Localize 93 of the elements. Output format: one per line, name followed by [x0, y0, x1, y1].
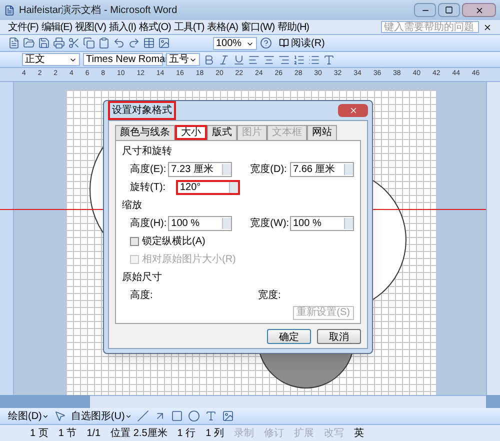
checkbox-label: 锁定纵横比(A) — [142, 234, 206, 249]
checkbox-label: 相对原始图片大小(R) — [142, 252, 236, 267]
style-dropdown[interactable]: 正文 — [22, 53, 80, 66]
close-icon[interactable] — [483, 22, 492, 32]
menu-item[interactable]: 工具(T) — [174, 20, 204, 34]
menu-item[interactable]: 窗口(W) — [241, 20, 275, 34]
status-item: 修订 — [264, 426, 284, 440]
zoom-dropdown[interactable]: 100% — [213, 36, 257, 50]
window-title: Haifeistar演示文档 - Microsoft Word — [19, 4, 178, 18]
spin-field[interactable]: 100 % — [290, 216, 354, 231]
dialog-button[interactable]: 确定 — [267, 329, 311, 344]
field-label: 宽度(D): — [250, 162, 288, 177]
printer-icon[interactable] — [53, 37, 65, 49]
status-item: 录制 — [234, 426, 254, 440]
copy-icon[interactable] — [83, 37, 95, 49]
checkbox[interactable] — [130, 237, 139, 246]
close-button[interactable] — [338, 104, 368, 117]
bold-icon[interactable] — [203, 54, 215, 66]
menu-item[interactable]: 帮助(H) — [278, 20, 309, 34]
field-label: 旋转(T): — [130, 180, 167, 195]
pointer-icon[interactable] — [54, 410, 66, 422]
field-label: 宽度: — [258, 288, 281, 303]
spin-field[interactable]: 100 % — [168, 216, 232, 231]
autoshapes-menu[interactable]: 自选图形(U) — [70, 408, 132, 424]
picture-icon[interactable] — [222, 410, 234, 422]
maximize-icon — [445, 6, 453, 14]
new-document-icon[interactable] — [8, 37, 20, 49]
align-center-icon[interactable] — [263, 54, 275, 66]
horizontal-scrollbar[interactable] — [90, 395, 486, 408]
status-item: 位置 2.5厘米 — [110, 426, 168, 440]
undo-icon[interactable] — [113, 37, 125, 49]
italic-icon[interactable] — [218, 54, 230, 66]
spin-field[interactable]: 120° — [176, 180, 240, 195]
menu-item[interactable]: 视图(V) — [75, 20, 106, 34]
field-label: 高度: — [130, 288, 154, 303]
status-item: 改写 — [324, 426, 344, 440]
menu-item[interactable]: 插入(I) — [108, 20, 136, 34]
status-item: 1/1 — [86, 426, 101, 440]
save-icon[interactable] — [38, 37, 50, 49]
caret-icon — [189, 56, 197, 64]
section-title: 缩放 — [122, 198, 143, 213]
picture-icon[interactable] — [158, 37, 170, 49]
rectangle-icon[interactable] — [170, 410, 183, 422]
status-item: 1 页 — [30, 426, 48, 440]
font-color-icon[interactable] — [323, 54, 335, 66]
draw-menu[interactable]: 绘图(D) — [8, 408, 49, 424]
status-item: 1 行 — [177, 426, 196, 440]
dialog-tab[interactable]: 大小 — [175, 125, 207, 140]
field-label: 高度(E): — [130, 162, 168, 177]
clipboard-icon[interactable] — [98, 37, 110, 49]
close-button[interactable] — [462, 3, 496, 17]
close-icon — [474, 6, 484, 14]
section-title: 原始尺寸 — [122, 270, 163, 285]
dialog-tab[interactable]: 版式 — [207, 125, 237, 140]
status-item: 1 节 — [58, 426, 77, 440]
section-title: 尺寸和旋转 — [122, 144, 173, 159]
scissors-icon[interactable] — [68, 37, 80, 49]
read-button[interactable]: 阅读(R) — [275, 36, 329, 50]
dialog-title: 设置对象格式 — [108, 101, 176, 120]
caret-icon — [42, 412, 49, 420]
table-icon[interactable] — [143, 37, 155, 49]
font-size-dropdown[interactable]: 五号 — [166, 53, 200, 66]
menu-item[interactable]: 表格(A) — [207, 20, 238, 34]
oval-icon[interactable] — [188, 410, 200, 422]
redo-icon[interactable] — [128, 37, 140, 49]
maximize-button[interactable] — [438, 3, 460, 17]
caret-icon — [69, 56, 77, 64]
menu-item[interactable]: 格式(O) — [138, 20, 171, 34]
dialog-tab[interactable]: 网站 — [307, 125, 337, 140]
status-item: 1 列 — [206, 426, 224, 440]
help-icon[interactable] — [260, 37, 272, 49]
underline-icon[interactable] — [233, 54, 245, 66]
document-icon — [4, 4, 15, 16]
spin-field[interactable]: 7.66 厘米 — [290, 162, 354, 177]
status-item: 英 — [354, 426, 364, 440]
line-icon[interactable] — [136, 410, 149, 422]
numbered-list-icon[interactable] — [293, 54, 305, 66]
dialog-button[interactable]: 取消 — [317, 329, 361, 344]
menu-item[interactable]: 文件(F) — [8, 20, 38, 34]
field-label: 高度(H): — [130, 216, 168, 231]
field-label: 宽度(W): — [250, 216, 290, 231]
menu-item[interactable]: 编辑(E) — [41, 20, 72, 34]
text-box-icon[interactable] — [204, 410, 217, 422]
status-item: 扩展 — [294, 426, 314, 440]
align-left-icon[interactable] — [248, 54, 260, 66]
align-right-icon[interactable] — [278, 54, 290, 66]
caret-icon — [124, 412, 132, 420]
dialog-tab[interactable]: 颜色与线条 — [115, 125, 175, 140]
spin-field[interactable]: 7.23 厘米 — [168, 162, 232, 177]
folder-icon[interactable] — [23, 37, 35, 49]
book-icon — [279, 38, 289, 48]
close-icon — [348, 106, 358, 115]
vertical-scrollbar[interactable] — [486, 82, 500, 395]
